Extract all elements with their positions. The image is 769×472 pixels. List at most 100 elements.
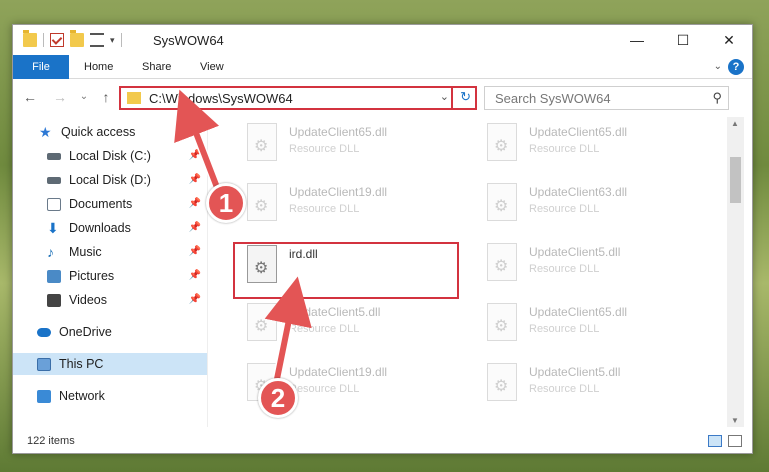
file-item[interactable]: UpdateClient65.dll Resource DLL: [481, 119, 701, 171]
computer-icon: [37, 357, 51, 371]
file-item[interactable]: UpdateClient5.dll Resource DLL: [481, 359, 701, 411]
toolbar-divider: [120, 33, 122, 47]
navigation-bar: ← → ⌄ ↑ C:\Windows\SysWOW64 ⌄ ↻ Search S…: [13, 81, 752, 115]
window-title: SysWOW64: [153, 33, 224, 48]
vertical-scrollbar[interactable]: ▲ ▼: [727, 117, 744, 427]
sidebar-item-local-disk-d[interactable]: Local Disk (D:) 📌: [13, 169, 207, 191]
file-item[interactable]: UpdateClient19.dll Resource DLL: [241, 179, 461, 231]
file-item[interactable]: UpdateClient5.dll Resource DLL: [481, 239, 701, 291]
pin-icon[interactable]: 📌: [189, 150, 201, 161]
new-folder-icon[interactable]: [70, 30, 84, 47]
sidebar-item-label: Documents: [69, 197, 133, 211]
tab-share[interactable]: Share: [132, 55, 181, 79]
file-name: UpdateClient5.dll: [529, 365, 621, 379]
up-button[interactable]: ↑: [97, 88, 115, 106]
file-name: UpdateClient65.dll: [529, 305, 628, 319]
navigation-pane: ★ Quick access Local Disk (C:) 📌 Local D…: [13, 117, 207, 427]
sidebar-item-local-disk-c[interactable]: Local Disk (C:) 📌: [13, 145, 207, 167]
sidebar-item-label: Local Disk (C:): [69, 149, 151, 163]
scrollbar-thumb[interactable]: [730, 157, 741, 203]
sidebar-item-label: This PC: [59, 357, 104, 371]
minimize-button[interactable]: —: [614, 25, 660, 55]
chevron-down-icon[interactable]: ⌄: [714, 61, 722, 72]
scroll-up-icon[interactable]: ▲: [731, 119, 739, 128]
back-button[interactable]: ←: [21, 88, 39, 106]
file-type: Resource DLL: [529, 263, 600, 275]
file-item[interactable]: UpdateClient63.dll Resource DLL: [481, 179, 701, 231]
dll-file-icon: [247, 303, 277, 341]
dll-file-icon: [487, 243, 517, 281]
sidebar-item-label: Pictures: [69, 269, 115, 283]
sidebar-item-videos[interactable]: Videos 📌: [13, 289, 207, 311]
sidebar-item-music[interactable]: ♪ Music 📌: [13, 241, 207, 263]
file-name: UpdateClient65.dll: [529, 125, 628, 139]
sidebar-item-quick-access[interactable]: ★ Quick access: [13, 121, 207, 143]
scroll-down-icon[interactable]: ▼: [731, 416, 739, 425]
status-bar: 122 items: [13, 429, 752, 453]
pin-icon[interactable]: 📌: [189, 270, 201, 281]
pin-icon[interactable]: 📌: [189, 198, 201, 209]
close-button[interactable]: ✕: [706, 25, 752, 55]
large-icons-view-icon[interactable]: [728, 435, 742, 447]
forward-button[interactable]: →: [51, 88, 69, 106]
search-box[interactable]: Search SysWOW64 ⚲: [484, 86, 729, 110]
file-item[interactable]: UpdateClient65.dll Resource DLL: [241, 119, 461, 171]
sidebar-item-downloads[interactable]: ⬇ Downloads 📌: [13, 217, 207, 239]
sidebar-item-network[interactable]: Network: [13, 385, 207, 407]
pin-icon[interactable]: 📌: [189, 222, 201, 233]
file-name: UpdateClient19.dll: [289, 365, 388, 379]
details-view-icon[interactable]: [708, 435, 722, 447]
ribbon: File Home Share View ⌄ ?: [13, 55, 752, 79]
properties-icon[interactable]: [90, 33, 104, 47]
file-name: UpdateClient5.dll: [289, 305, 381, 319]
dll-file-icon: [247, 123, 277, 161]
file-name: UpdateClient63.dll: [529, 185, 628, 199]
sidebar-item-this-pc[interactable]: This PC: [13, 353, 207, 375]
file-item[interactable]: UpdateClient65.dll Resource DLL: [481, 299, 701, 351]
step-2-badge: 2: [258, 378, 298, 418]
sidebar-item-onedrive[interactable]: OneDrive: [13, 321, 207, 343]
file-type: Resource DLL: [529, 323, 600, 335]
address-path[interactable]: C:\Windows\SysWOW64: [149, 91, 293, 106]
dll-file-icon: [487, 363, 517, 401]
address-bar[interactable]: C:\Windows\SysWOW64 ⌄ ↻: [119, 86, 477, 110]
pin-icon[interactable]: 📌: [189, 294, 201, 305]
help-icon[interactable]: ?: [728, 59, 744, 75]
file-name: UpdateClient65.dll: [289, 125, 388, 139]
disk-icon: [47, 176, 61, 184]
address-divider: [451, 88, 453, 108]
refresh-icon[interactable]: ↻: [460, 89, 471, 105]
recent-locations-dropdown[interactable]: ⌄: [75, 88, 93, 106]
file-type: Resource DLL: [289, 203, 360, 215]
item-count: 122 items: [27, 435, 75, 447]
search-input[interactable]: Search SysWOW64: [495, 91, 611, 106]
dll-file-icon: [247, 183, 277, 221]
sidebar-item-label: Network: [59, 389, 105, 403]
maximize-button[interactable]: ☐: [660, 25, 706, 55]
dll-file-icon: [487, 123, 517, 161]
dll-file-icon: [487, 303, 517, 341]
search-icon[interactable]: ⚲: [712, 90, 722, 106]
pane-divider[interactable]: [207, 117, 208, 427]
toolbar-divider: [43, 33, 44, 47]
folder-icon[interactable]: [23, 30, 37, 47]
tab-home[interactable]: Home: [74, 55, 123, 79]
quick-access-toolbar: ▾: [23, 30, 122, 47]
disk-icon: [47, 152, 61, 160]
file-type: Resource DLL: [529, 383, 600, 395]
customize-toolbar-dropdown-icon[interactable]: ▾: [110, 35, 115, 46]
sidebar-item-documents[interactable]: Documents 📌: [13, 193, 207, 215]
sidebar-item-pictures[interactable]: Pictures 📌: [13, 265, 207, 287]
tab-view[interactable]: View: [190, 55, 234, 79]
file-item[interactable]: UpdateClient5.dll Resource DLL: [241, 299, 461, 351]
pin-icon[interactable]: 📌: [189, 246, 201, 257]
file-name: UpdateClient5.dll: [529, 245, 621, 259]
pin-icon[interactable]: 📌: [189, 174, 201, 185]
properties-check-icon[interactable]: [50, 33, 64, 47]
pictures-icon: [47, 269, 61, 283]
address-dropdown-icon[interactable]: ⌄: [440, 90, 449, 103]
tab-file[interactable]: File: [13, 55, 69, 79]
file-type: Resource DLL: [289, 323, 360, 335]
downloads-icon: ⬇: [47, 219, 59, 236]
file-type: Resource DLL: [289, 143, 360, 155]
